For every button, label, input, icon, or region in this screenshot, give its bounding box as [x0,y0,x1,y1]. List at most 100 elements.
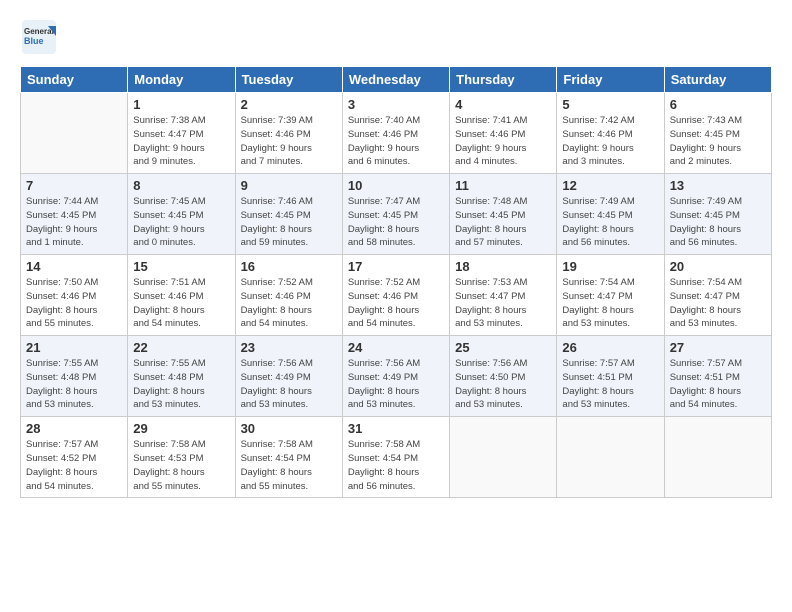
calendar-cell: 28 Sunrise: 7:57 AMSunset: 4:52 PMDayligh… [21,417,128,498]
weekday-header-sunday: Sunday [21,67,128,93]
calendar-cell: 17 Sunrise: 7:52 AMSunset: 4:46 PMDayligh… [342,255,449,336]
day-number: 29 [133,421,229,436]
calendar-cell: 9 Sunrise: 7:46 AMSunset: 4:45 PMDaylight… [235,174,342,255]
logo-icon: General Blue [20,18,58,56]
day-info: Sunrise: 7:43 AMSunset: 4:45 PMDaylight:… [670,114,766,169]
calendar-cell: 31 Sunrise: 7:58 AMSunset: 4:54 PMDayligh… [342,417,449,498]
day-number: 16 [241,259,337,274]
calendar-cell: 6 Sunrise: 7:43 AMSunset: 4:45 PMDaylight… [664,93,771,174]
calendar-cell: 1Sunrise: 7:38 AMSunset: 4:47 PMDaylight… [128,93,235,174]
day-info: Sunrise: 7:49 AMSunset: 4:45 PMDaylight:… [670,195,766,250]
day-number: 19 [562,259,658,274]
svg-text:Blue: Blue [24,36,44,46]
calendar-cell: 22 Sunrise: 7:55 AMSunset: 4:48 PMDayligh… [128,336,235,417]
calendar-cell: 15 Sunrise: 7:51 AMSunset: 4:46 PMDayligh… [128,255,235,336]
day-number: 20 [670,259,766,274]
day-info: Sunrise: 7:52 AMSunset: 4:46 PMDaylight:… [241,276,337,331]
day-info: Sunrise: 7:46 AMSunset: 4:45 PMDaylight:… [241,195,337,250]
day-info: Sunrise: 7:39 AMSunset: 4:46 PMDaylight:… [241,114,337,169]
calendar-cell: 14 Sunrise: 7:50 AMSunset: 4:46 PMDayligh… [21,255,128,336]
calendar-cell: 21 Sunrise: 7:55 AMSunset: 4:48 PMDayligh… [21,336,128,417]
calendar-cell: 11 Sunrise: 7:48 AMSunset: 4:45 PMDayligh… [450,174,557,255]
day-info: Sunrise: 7:52 AMSunset: 4:46 PMDaylight:… [348,276,444,331]
calendar-cell: 24 Sunrise: 7:56 AMSunset: 4:49 PMDayligh… [342,336,449,417]
day-number: 9 [241,178,337,193]
day-info: Sunrise: 7:58 AMSunset: 4:53 PMDaylight:… [133,438,229,493]
calendar-cell: 4Sunrise: 7:41 AMSunset: 4:46 PMDaylight… [450,93,557,174]
day-number: 6 [670,97,766,112]
calendar-cell: 5 Sunrise: 7:42 AMSunset: 4:46 PMDaylight… [557,93,664,174]
calendar-cell: 29 Sunrise: 7:58 AMSunset: 4:53 PMDayligh… [128,417,235,498]
svg-text:General: General [24,27,54,36]
day-number: 25 [455,340,551,355]
day-number: 21 [26,340,122,355]
calendar-cell: 27 Sunrise: 7:57 AMSunset: 4:51 PMDayligh… [664,336,771,417]
week-row-1: 1Sunrise: 7:38 AMSunset: 4:47 PMDaylight… [21,93,772,174]
day-number: 12 [562,178,658,193]
day-number: 15 [133,259,229,274]
week-row-4: 21 Sunrise: 7:55 AMSunset: 4:48 PMDayligh… [21,336,772,417]
day-number: 7 [26,178,122,193]
day-info: Sunrise: 7:41 AMSunset: 4:46 PMDaylight:… [455,114,551,169]
day-info: Sunrise: 7:56 AMSunset: 4:49 PMDaylight:… [348,357,444,412]
day-number: 11 [455,178,551,193]
day-number: 27 [670,340,766,355]
calendar-cell [557,417,664,498]
calendar-page: General Blue SundayMondayTuesdayWednesda… [0,0,792,612]
day-info: Sunrise: 7:57 AMSunset: 4:51 PMDaylight:… [670,357,766,412]
calendar-cell: 13Sunrise: 7:49 AMSunset: 4:45 PMDayligh… [664,174,771,255]
day-info: Sunrise: 7:58 AMSunset: 4:54 PMDaylight:… [241,438,337,493]
calendar-cell: 10Sunrise: 7:47 AMSunset: 4:45 PMDayligh… [342,174,449,255]
day-info: Sunrise: 7:50 AMSunset: 4:46 PMDaylight:… [26,276,122,331]
day-number: 22 [133,340,229,355]
weekday-header-wednesday: Wednesday [342,67,449,93]
week-row-5: 28 Sunrise: 7:57 AMSunset: 4:52 PMDayligh… [21,417,772,498]
calendar-cell [664,417,771,498]
calendar-cell: 20 Sunrise: 7:54 AMSunset: 4:47 PMDayligh… [664,255,771,336]
day-info: Sunrise: 7:56 AMSunset: 4:49 PMDaylight:… [241,357,337,412]
day-number: 3 [348,97,444,112]
calendar-cell: 2Sunrise: 7:39 AMSunset: 4:46 PMDaylight… [235,93,342,174]
week-row-3: 14 Sunrise: 7:50 AMSunset: 4:46 PMDayligh… [21,255,772,336]
day-number: 5 [562,97,658,112]
calendar-cell [21,93,128,174]
day-number: 14 [26,259,122,274]
day-info: Sunrise: 7:56 AMSunset: 4:50 PMDaylight:… [455,357,551,412]
logo: General Blue [20,18,62,56]
day-number: 8 [133,178,229,193]
day-info: Sunrise: 7:40 AMSunset: 4:46 PMDaylight:… [348,114,444,169]
weekday-header-thursday: Thursday [450,67,557,93]
day-info: Sunrise: 7:54 AMSunset: 4:47 PMDaylight:… [562,276,658,331]
day-info: Sunrise: 7:55 AMSunset: 4:48 PMDaylight:… [26,357,122,412]
day-number: 23 [241,340,337,355]
day-number: 28 [26,421,122,436]
day-number: 26 [562,340,658,355]
day-number: 31 [348,421,444,436]
calendar-cell: 23 Sunrise: 7:56 AMSunset: 4:49 PMDayligh… [235,336,342,417]
day-info: Sunrise: 7:54 AMSunset: 4:47 PMDaylight:… [670,276,766,331]
header: General Blue [20,18,772,56]
day-info: Sunrise: 7:48 AMSunset: 4:45 PMDaylight:… [455,195,551,250]
day-number: 30 [241,421,337,436]
calendar-cell: 18 Sunrise: 7:53 AMSunset: 4:47 PMDayligh… [450,255,557,336]
weekday-header-friday: Friday [557,67,664,93]
day-info: Sunrise: 7:58 AMSunset: 4:54 PMDaylight:… [348,438,444,493]
calendar-table: SundayMondayTuesdayWednesdayThursdayFrid… [20,66,772,498]
day-info: Sunrise: 7:49 AMSunset: 4:45 PMDaylight:… [562,195,658,250]
day-info: Sunrise: 7:55 AMSunset: 4:48 PMDaylight:… [133,357,229,412]
weekday-header-saturday: Saturday [664,67,771,93]
day-number: 24 [348,340,444,355]
calendar-cell: 8Sunrise: 7:45 AMSunset: 4:45 PMDaylight… [128,174,235,255]
calendar-cell: 19 Sunrise: 7:54 AMSunset: 4:47 PMDayligh… [557,255,664,336]
day-info: Sunrise: 7:51 AMSunset: 4:46 PMDaylight:… [133,276,229,331]
day-info: Sunrise: 7:57 AMSunset: 4:52 PMDaylight:… [26,438,122,493]
day-info: Sunrise: 7:42 AMSunset: 4:46 PMDaylight:… [562,114,658,169]
day-info: Sunrise: 7:47 AMSunset: 4:45 PMDaylight:… [348,195,444,250]
calendar-cell: 12 Sunrise: 7:49 AMSunset: 4:45 PMDayligh… [557,174,664,255]
weekday-header-tuesday: Tuesday [235,67,342,93]
day-number: 17 [348,259,444,274]
day-info: Sunrise: 7:38 AMSunset: 4:47 PMDaylight:… [133,114,229,169]
day-info: Sunrise: 7:53 AMSunset: 4:47 PMDaylight:… [455,276,551,331]
day-number: 18 [455,259,551,274]
calendar-cell: 26Sunrise: 7:57 AMSunset: 4:51 PMDayligh… [557,336,664,417]
